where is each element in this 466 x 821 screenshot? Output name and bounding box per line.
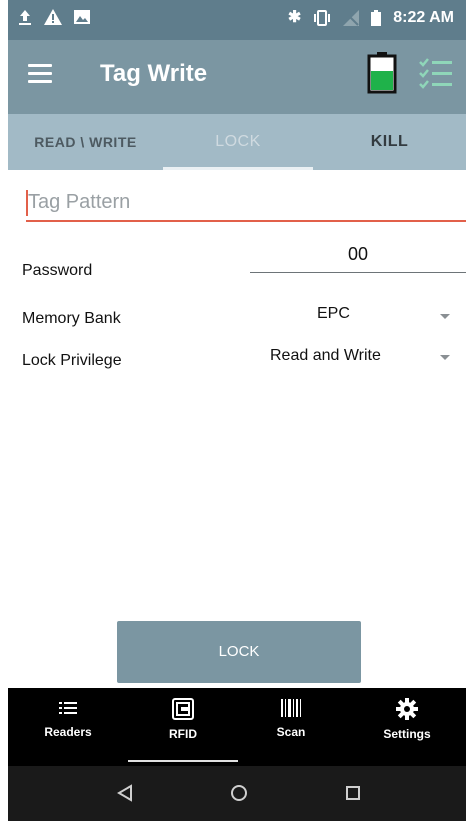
list-icon [59,702,77,714]
tag-pattern-field [26,186,466,222]
menu-icon[interactable] [28,64,52,84]
nav-scan-label: Scan [276,725,306,739]
warning-icon [44,9,62,25]
lock-privilege-dropdown-icon[interactable] [440,355,450,360]
recents-icon[interactable] [344,784,362,802]
nav-settings[interactable]: Settings [352,698,462,741]
gear-icon [396,698,418,720]
lock-privilege-label: Lock Privilege [22,352,122,369]
lock-privilege-select[interactable]: Read and Write [270,347,381,365]
upload-icon [19,10,31,25]
tab-read-write[interactable]: READ \ WRITE [8,114,163,170]
password-label: Password [22,262,93,279]
memory-bank-select[interactable]: EPC [317,305,350,323]
tag-pattern-input[interactable] [26,186,466,218]
app-bar: Tag Write [8,40,466,114]
lock-button[interactable]: LOCK [117,621,361,683]
password-input[interactable]: 00 [250,244,466,273]
image-icon [74,10,90,24]
nav-readers[interactable]: Readers [13,698,123,739]
page-title: Tag Write [100,60,208,87]
bluetooth-icon: ✱ [287,9,302,26]
memory-bank-dropdown-icon[interactable] [440,314,450,319]
text-cursor [26,190,28,216]
system-navigation-bar [8,766,466,821]
nav-readers-label: Readers [44,725,92,739]
nav-settings-label: Settings [383,727,431,741]
vibrate-icon [314,10,331,26]
battery-status-icon [371,10,382,26]
status-bar: ✱ 8:22 AM [8,0,466,40]
rfid-icon [172,698,194,720]
home-icon[interactable] [230,784,248,802]
no-signal-icon [343,10,360,26]
checklist-icon[interactable] [418,56,454,92]
barcode-icon [281,699,301,717]
nav-rfid-label: RFID [169,727,197,741]
tab-kill[interactable]: KILL [313,114,466,170]
memory-bank-label: Memory Bank [22,310,121,327]
tab-selected-indicator [163,167,313,170]
nav-selected-indicator [128,760,238,762]
bottom-navigation: Readers RFID Scan Settings [8,688,466,766]
tab-lock[interactable]: LOCK [163,114,313,170]
phone-screen: ✱ 8:22 AM Tag Write READ \ WRITE LOCK KI… [8,0,466,821]
status-time: 8:22 AM [393,9,454,26]
tab-bar: READ \ WRITE LOCK KILL [8,114,466,170]
battery-level-icon [367,52,397,94]
nav-rfid[interactable]: RFID [128,698,238,741]
status-system: ✱ 8:22 AM [288,9,454,27]
nav-scan[interactable]: Scan [236,698,346,739]
status-notifications [18,8,90,26]
back-icon[interactable] [116,784,134,802]
